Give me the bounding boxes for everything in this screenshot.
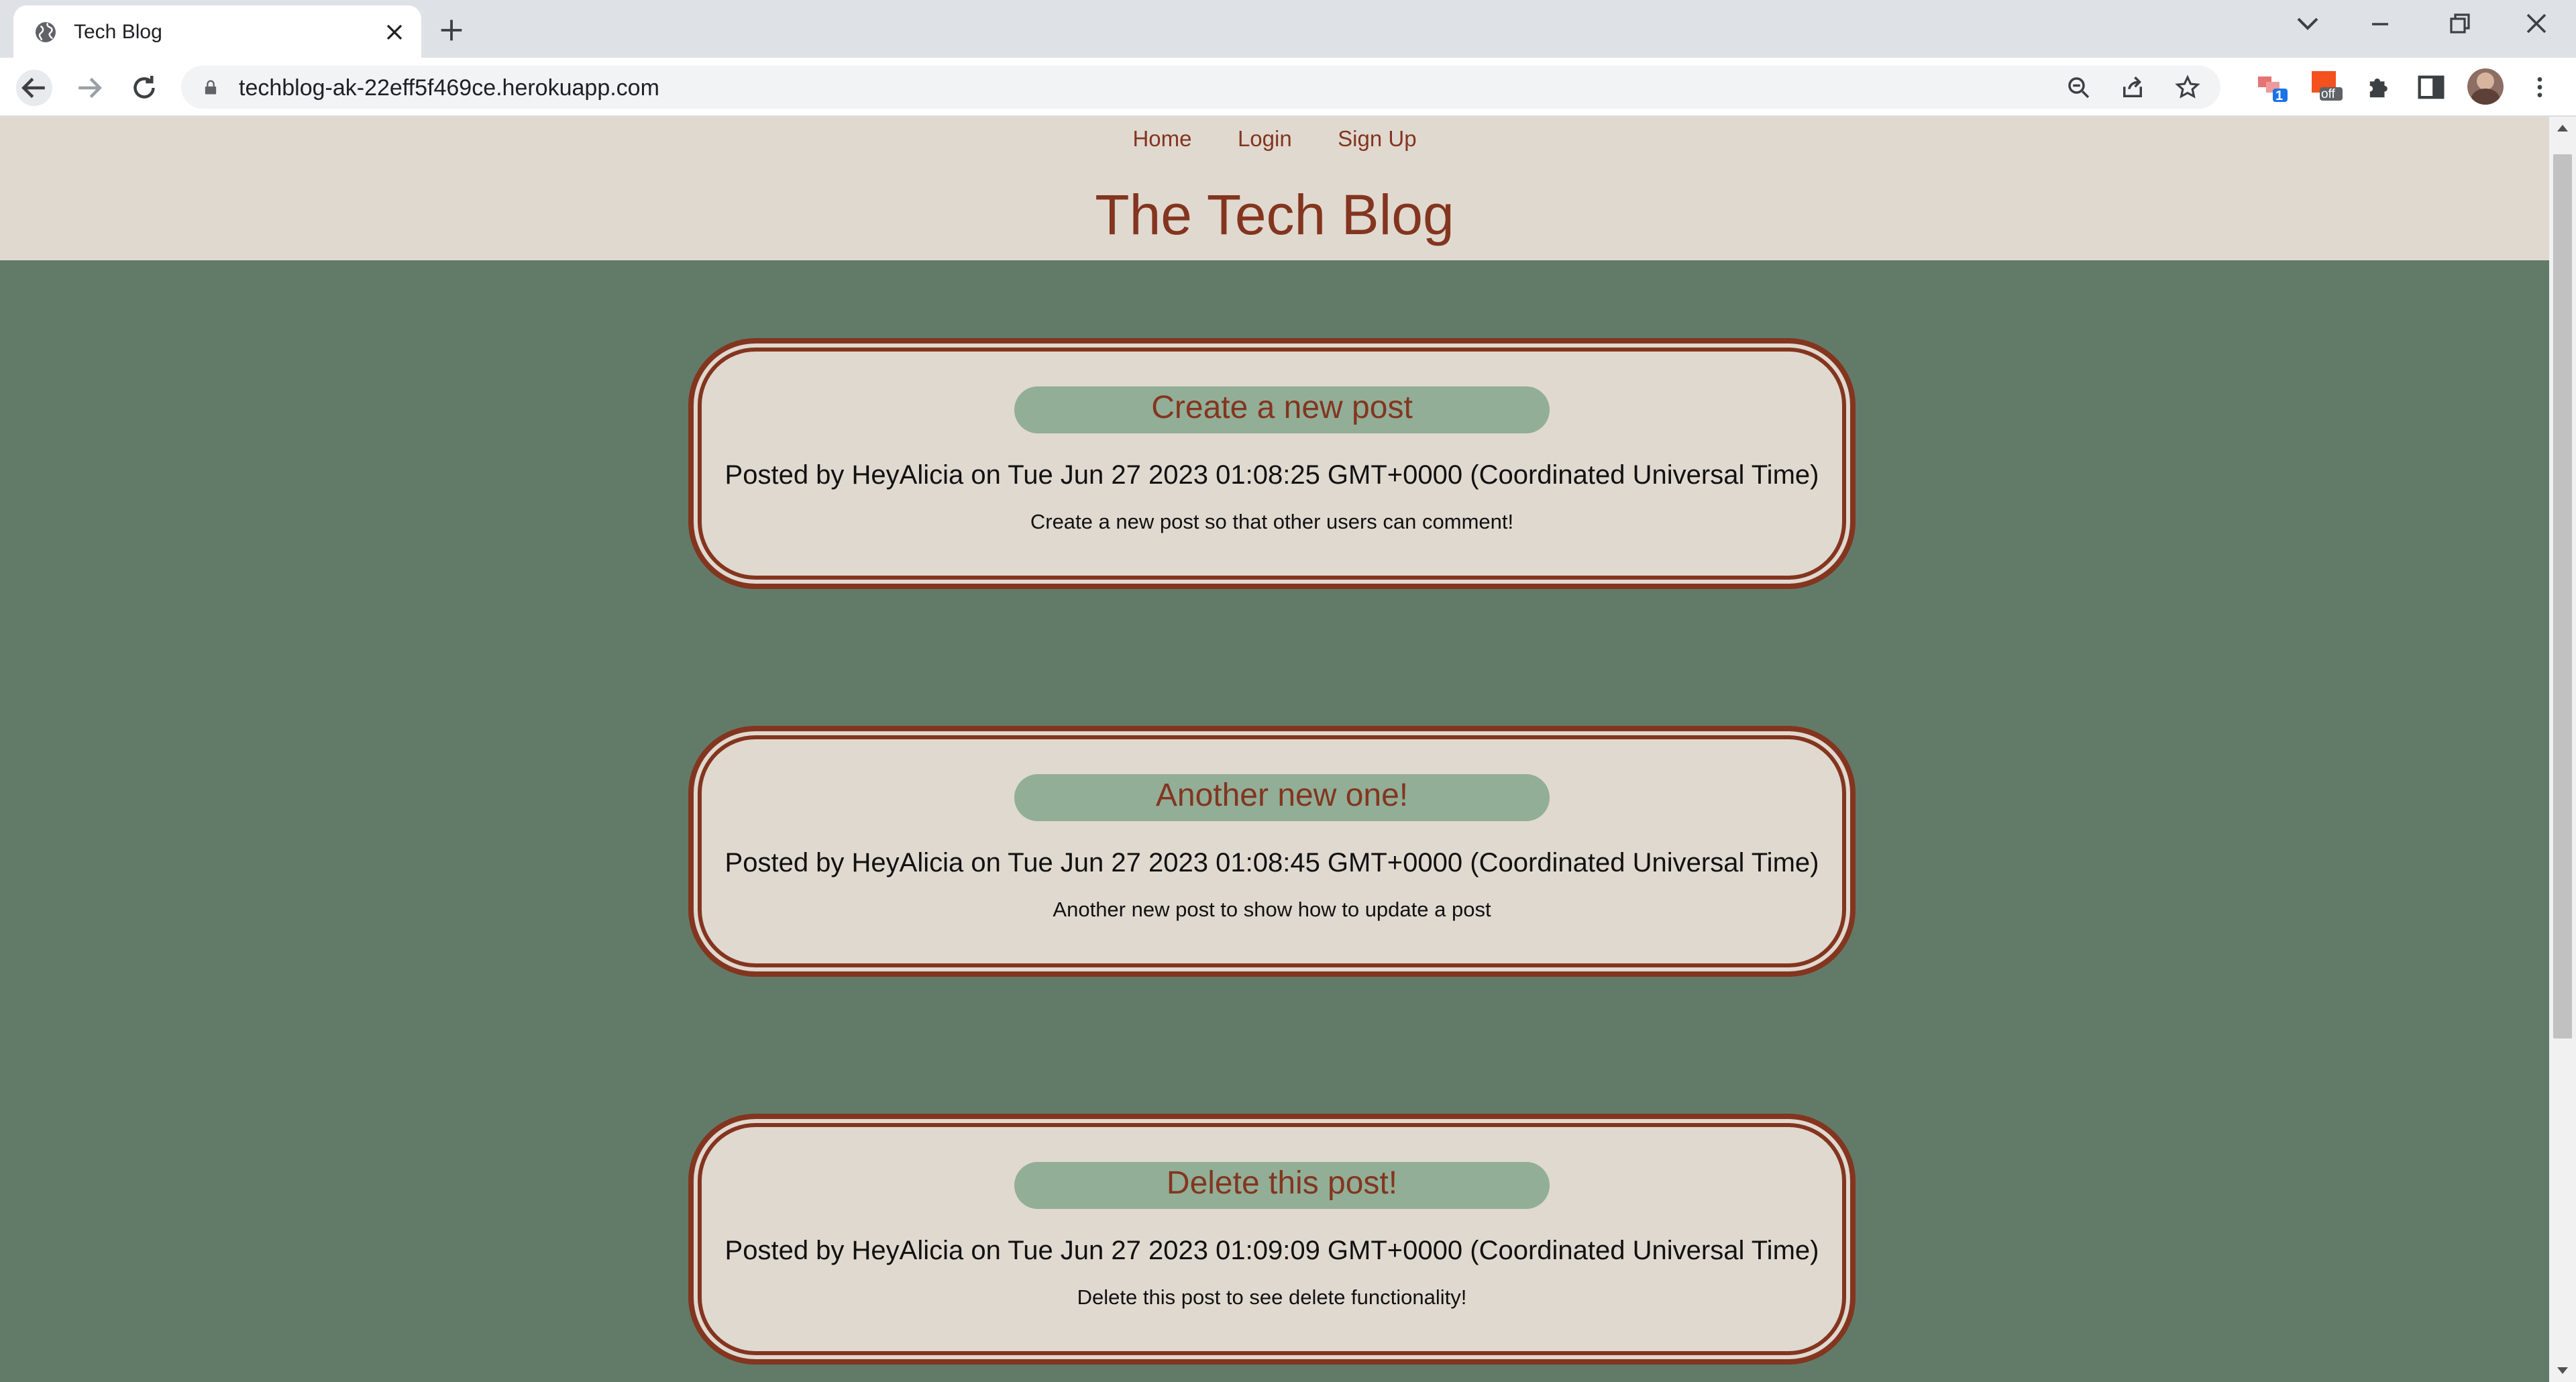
post-meta: Posted by HeyAlicia on Tue Jun 27 2023 0…: [724, 848, 1819, 878]
share-icon[interactable]: [2118, 74, 2147, 102]
extension-off-label: off: [2321, 87, 2335, 101]
post-card-inner: Create a new post Posted by HeyAlicia on…: [698, 348, 1846, 580]
globe-icon: [36, 22, 56, 42]
reload-button[interactable]: [126, 70, 162, 106]
post-title[interactable]: Delete this post!: [1014, 1162, 1550, 1209]
back-button[interactable]: [16, 70, 52, 106]
lock-icon[interactable]: [201, 78, 220, 97]
minimize-button[interactable]: [2361, 11, 2399, 38]
post-card-ring: Another new one! Posted by HeyAlicia on …: [694, 731, 1850, 971]
extension-off-icon[interactable]: off: [2309, 68, 2344, 103]
tab-title: Tech Blog: [74, 21, 162, 43]
site-nav: Home Login Sign Up: [0, 126, 2549, 152]
post-card[interactable]: Delete this post! Posted by HeyAlicia on…: [688, 1114, 1856, 1365]
avatar[interactable]: [2467, 68, 2504, 105]
scrollbar-thumb[interactable]: [2553, 154, 2572, 1039]
post-title[interactable]: Create a new post: [1014, 386, 1550, 433]
close-icon[interactable]: [381, 19, 408, 46]
close-window-button[interactable]: [2517, 11, 2555, 38]
page-title: The Tech Blog: [1095, 183, 1454, 246]
forward-button[interactable]: [71, 70, 107, 106]
nav-link-home[interactable]: Home: [1132, 126, 1191, 152]
post-card-ring: Delete this post! Posted by HeyAlicia on…: [694, 1119, 1850, 1359]
new-tab-button[interactable]: [436, 15, 467, 46]
extension-badge-icon[interactable]: 1: [2255, 68, 2290, 103]
address-bar[interactable]: techblog-ak-22eff5f469ce.herokuapp.com: [181, 66, 2220, 109]
post-card[interactable]: Create a new post Posted by HeyAlicia on…: [688, 338, 1856, 589]
site-header: Home Login Sign Up The Tech Blog: [0, 117, 2549, 260]
post-card-inner: Delete this post! Posted by HeyAlicia on…: [698, 1123, 1846, 1355]
post-title[interactable]: Another new one!: [1014, 774, 1550, 821]
post-card-ring: Create a new post Posted by HeyAlicia on…: [694, 343, 1850, 584]
scroll-down-arrow-icon[interactable]: [2557, 1367, 2568, 1374]
post-meta: Posted by HeyAlicia on Tue Jun 27 2023 0…: [724, 460, 1819, 490]
post-card-inner: Another new one! Posted by HeyAlicia on …: [698, 735, 1846, 967]
browser-tab[interactable]: Tech Blog: [13, 5, 421, 58]
tab-search-chevron-icon[interactable]: [2289, 11, 2326, 38]
restore-button[interactable]: [2439, 11, 2477, 38]
extension-badge-count: 1: [2275, 89, 2284, 103]
page-scrollbar[interactable]: [2549, 117, 2576, 1382]
url-text[interactable]: techblog-ak-22eff5f469ce.herokuapp.com: [239, 75, 659, 101]
nav-link-signup[interactable]: Sign Up: [1338, 126, 1416, 152]
page-viewport: Home Login Sign Up The Tech Blog Create …: [0, 117, 2549, 1382]
browser-toolbar: techblog-ak-22eff5f469ce.herokuapp.com 1…: [0, 58, 2576, 117]
post-body: Another new post to show how to update a…: [1053, 898, 1491, 921]
star-icon[interactable]: [2174, 74, 2202, 102]
kebab-menu-icon[interactable]: [2526, 70, 2553, 105]
post-body: Delete this post to see delete functiona…: [1077, 1285, 1467, 1309]
side-panel-icon[interactable]: [2414, 70, 2449, 105]
zoom-out-icon[interactable]: [2065, 74, 2093, 102]
post-body: Create a new post so that other users ca…: [1030, 510, 1514, 533]
tab-strip: Tech Blog: [0, 0, 2576, 58]
puzzle-icon[interactable]: [2363, 70, 2398, 105]
post-card[interactable]: Another new one! Posted by HeyAlicia on …: [688, 726, 1856, 977]
post-meta: Posted by HeyAlicia on Tue Jun 27 2023 0…: [724, 1236, 1819, 1265]
nav-link-login[interactable]: Login: [1238, 126, 1292, 152]
scroll-up-arrow-icon[interactable]: [2557, 125, 2568, 131]
